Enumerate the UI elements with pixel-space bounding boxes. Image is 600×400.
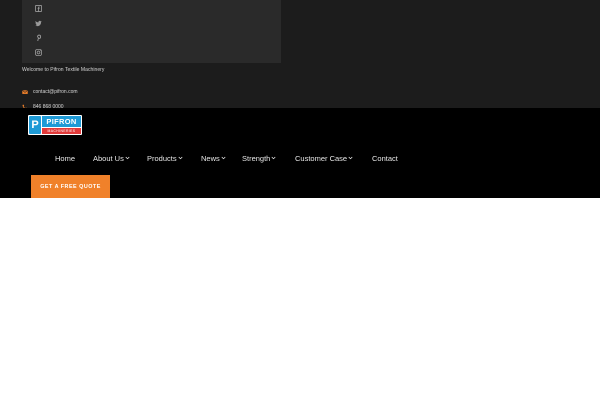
chevron-down-icon bbox=[221, 156, 226, 160]
email-link[interactable]: contact@pifron.com bbox=[33, 89, 78, 95]
nav-item-strength[interactable]: Strength bbox=[242, 153, 276, 163]
logo-name: PIFRON bbox=[42, 116, 81, 127]
instagram-icon[interactable] bbox=[35, 49, 42, 56]
nav-item-label: News bbox=[201, 153, 220, 163]
nav-item-label: Strength bbox=[242, 153, 271, 163]
nav-item-contact[interactable]: Contact bbox=[372, 153, 398, 163]
envelope-icon bbox=[22, 89, 28, 94]
nav-item-products[interactable]: Products bbox=[147, 153, 183, 163]
email-contact[interactable]: contact@pifron.com bbox=[22, 88, 78, 95]
chevron-down-icon bbox=[348, 156, 353, 160]
nav-item-home[interactable]: Home bbox=[55, 153, 75, 163]
facebook-icon[interactable] bbox=[35, 5, 42, 12]
chevron-down-icon bbox=[125, 156, 130, 160]
site-logo[interactable]: P PIFRON MACHINERIES bbox=[28, 115, 82, 135]
nav-item-label: Contact bbox=[372, 153, 398, 163]
nav-item-about-us[interactable]: About Us bbox=[93, 153, 130, 163]
get-free-quote-button[interactable]: GET A FREE QUOTE bbox=[31, 175, 110, 198]
nav-item-customer-case[interactable]: Customer Case bbox=[295, 153, 353, 163]
nav-item-label: About Us bbox=[93, 153, 124, 163]
pinterest-icon[interactable] bbox=[35, 34, 42, 41]
page-content-area bbox=[0, 198, 600, 400]
nav-item-label: Products bbox=[147, 153, 177, 163]
nav-item-news[interactable]: News bbox=[201, 153, 226, 163]
logo-mark: P bbox=[29, 116, 41, 134]
nav-item-label: Customer Case bbox=[295, 153, 348, 163]
main-navbar: P PIFRON MACHINERIES Home About Us Produ… bbox=[0, 108, 600, 198]
top-bar: Welcome to Pifron Textile Machinery cont… bbox=[0, 0, 600, 110]
logo-tagline: MACHINERIES bbox=[42, 128, 81, 134]
chevron-down-icon bbox=[271, 156, 276, 160]
twitter-icon[interactable] bbox=[35, 20, 42, 27]
social-links-panel bbox=[22, 0, 281, 63]
welcome-text: Welcome to Pifron Textile Machinery bbox=[22, 67, 105, 73]
nav-item-label: Home bbox=[55, 153, 76, 163]
chevron-down-icon bbox=[178, 156, 183, 160]
